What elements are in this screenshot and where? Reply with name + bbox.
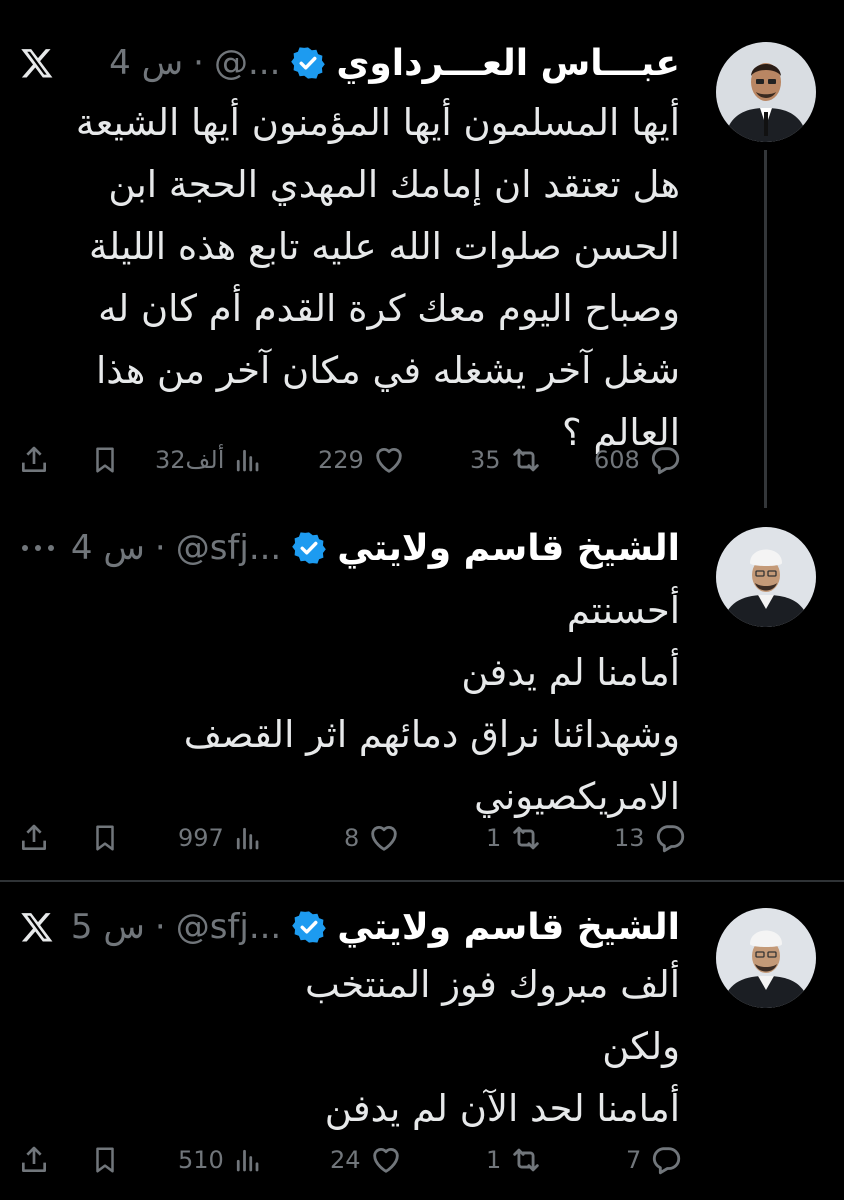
separator-dot: · [154,528,166,568]
tweet-2[interactable]: الشيخ قاسم ولايتي @sfj... · 4 س أحسنتم أ… [0,500,844,880]
text-line: أمامنا لم يدفن [461,651,680,694]
repost-count: 35 [470,446,501,474]
like-count: 229 [318,446,364,474]
more-dots-icon[interactable] [20,523,56,573]
repost-count: 1 [486,1146,502,1174]
display-name[interactable]: الشيخ قاسم ولايتي [337,528,680,569]
tweet-3[interactable]: الشيخ قاسم ولايتي @sfj... · 5 س ألف مبرو… [0,882,844,1200]
avatar-photo-icon [716,908,816,1008]
tweet-header: الشيخ قاسم ولايتي @sfj... · 4 س [71,523,680,573]
reply-button[interactable]: 608 [594,438,682,482]
text-line: وشهدائنا نراق دمائهم اثر القصف [183,713,680,756]
avatar-1[interactable] [716,42,816,142]
reply-button[interactable]: 7 [626,1138,683,1182]
separator-dot: · [154,907,166,947]
separator-dot: · [193,43,204,83]
bookmark-button[interactable] [90,438,120,482]
heart-icon [372,1148,399,1173]
tweet-1[interactable]: عبـــاس العـــرداوي @... · 4 س أيها المس… [0,0,844,508]
text-line: هل تعتقد ان إمامك المهدي الحجة ابن [108,163,680,206]
verified-badge-icon [292,911,327,943]
like-count: 24 [330,1146,361,1174]
text-line: وصباح اليوم معك كرة القدم أم كان له [98,287,680,330]
repost-icon [513,1148,540,1172]
reply-icon [653,1147,681,1175]
bookmark-icon [96,825,114,851]
repost-count: 1 [486,824,502,852]
bookmark-button[interactable] [90,816,120,860]
reply-count: 608 [594,446,640,474]
heart-icon [371,826,398,851]
heart-icon [376,448,402,473]
repost-icon [512,448,539,472]
avatar-3[interactable] [716,908,816,1008]
reply-icon [651,447,679,475]
x-logo-icon [20,38,54,88]
text-line: أحسنتم [566,589,680,632]
bookmark-button[interactable] [90,1138,120,1182]
views-icon [237,449,259,472]
display-name[interactable]: الشيخ قاسم ولايتي [337,907,680,948]
like-button[interactable]: 8 [344,816,401,860]
share-button[interactable] [18,1138,50,1182]
like-button[interactable]: 229 [318,438,406,482]
repost-button[interactable]: 35 [470,438,543,482]
action-bar: 510 24 1 7 [0,1138,700,1182]
reply-icon [656,825,684,853]
reply-count: 13 [614,824,645,852]
repost-button[interactable]: 1 [486,1138,543,1182]
like-count: 8 [344,824,360,852]
reply-button[interactable]: 13 [614,816,687,860]
tweet-text: أيها المسلمون أيها المؤمنون أيها الشيعة … [20,92,680,464]
action-bar: 32ألف 229 35 608 [0,438,700,482]
like-button[interactable]: 24 [330,1138,403,1182]
verified-badge-icon [291,47,326,79]
x-logo-icon [20,902,54,952]
text-line: شغل آخر يشغله في مكان آخر من هذا [96,349,680,392]
handle[interactable]: @sfj... [176,907,282,947]
views-icon [236,827,259,850]
repost-icon [513,826,540,850]
tweet-text: ألف مبروك فوز المنتخب ولكن أمامنا لحد ال… [20,954,680,1140]
tweet-header: الشيخ قاسم ولايتي @sfj... · 5 س [71,902,680,952]
bookmark-icon [96,447,114,473]
share-button[interactable] [18,816,50,860]
avatar-2[interactable] [716,527,816,627]
text-line: الحسن صلوات الله عليه تابع هذه الليلة [89,225,680,268]
timestamp[interactable]: 5 س [71,907,145,947]
text-line: أمامنا لحد الآن لم يدفن [324,1087,680,1130]
timestamp[interactable]: 4 س [109,43,183,83]
share-icon [22,824,46,850]
views-count: 997 [178,824,224,852]
views-count: 32ألف [155,446,225,474]
thread-line [764,150,767,508]
verified-badge-icon [292,532,327,564]
display-name[interactable]: عبـــاس العـــرداوي [336,43,680,84]
text-line: أيها المسلمون أيها المؤمنون أيها الشيعة [75,101,680,144]
text-line: ألف مبروك فوز المنتخب [304,963,680,1006]
views-count: 510 [178,1146,224,1174]
reply-count: 7 [626,1146,642,1174]
action-bar: 997 8 1 13 [0,816,700,860]
tweet-text: أحسنتم أمامنا لم يدفن وشهدائنا نراق دمائ… [20,580,680,828]
text-line: ولكن [602,1025,680,1068]
views-button[interactable]: 510 [178,1138,262,1182]
avatar-photo-icon [716,527,816,627]
share-button[interactable] [18,438,50,482]
handle[interactable]: @sfj... [176,528,282,568]
views-icon [236,1149,259,1172]
share-icon [22,1146,46,1172]
tweet-header: عبـــاس العـــرداوي @... · 4 س [109,38,680,88]
views-button[interactable]: 32ألف [155,438,262,482]
share-icon [22,446,46,472]
handle[interactable]: @... [214,43,280,83]
repost-button[interactable]: 1 [486,816,543,860]
timestamp[interactable]: 4 س [71,528,145,568]
views-button[interactable]: 997 [178,816,262,860]
avatar-photo-icon [716,42,816,142]
bookmark-icon [96,1147,114,1173]
